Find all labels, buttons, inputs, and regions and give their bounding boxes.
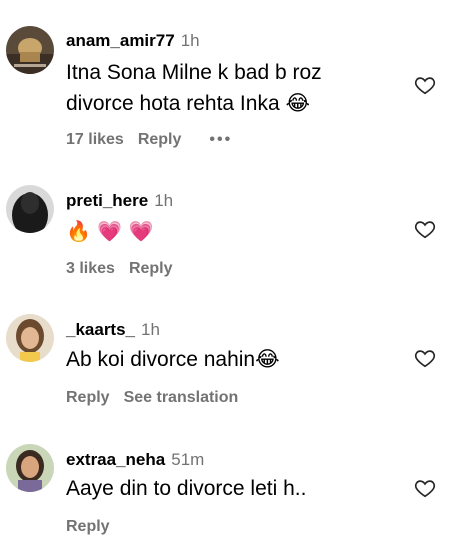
see-translation-button[interactable]: See translation	[124, 389, 239, 406]
username[interactable]: preti_here	[66, 191, 148, 210]
comment-text: Aaye din to divorce leti h..	[66, 477, 307, 500]
timestamp: 1h	[180, 31, 200, 50]
username[interactable]: _kaarts_	[66, 320, 135, 339]
likes-count[interactable]: 17 likes	[66, 131, 124, 148]
comment-meta: _kaarts_ 1h	[66, 320, 160, 340]
laughing-emoji: 😂	[285, 91, 311, 115]
comment-text: Ab koi divorce nahin😂	[66, 347, 280, 371]
like-heart-icon[interactable]	[414, 477, 436, 499]
like-heart-icon[interactable]	[414, 347, 436, 369]
comment-actions: Reply See translation	[66, 389, 252, 407]
avatar[interactable]	[6, 444, 54, 492]
avatar[interactable]	[6, 185, 54, 233]
laughing-emoji: 😂	[255, 347, 280, 371]
comment-text-line: Itna Sona Milne k bad b roz	[66, 61, 322, 84]
reply-button[interactable]: Reply	[138, 131, 182, 148]
comment-meta: anam_amir77 1h	[66, 31, 200, 51]
avatar[interactable]	[6, 314, 54, 362]
timestamp: 1h	[141, 320, 160, 339]
timestamp: 1h	[154, 191, 174, 210]
timestamp: 51m	[171, 450, 205, 469]
comment-text: Itna Sona Milne k bad b roz divorce hota…	[66, 58, 322, 119]
comment-meta: preti_here 1h	[66, 191, 173, 211]
comment-text-line: divorce hota rehta Inka 😂	[66, 91, 311, 115]
likes-count[interactable]: 3 likes	[66, 260, 115, 277]
comment-actions: Reply	[66, 518, 124, 536]
comment-actions: 17 likes Reply •••	[66, 131, 246, 149]
comment-emojis: 🔥 💗 💗	[66, 219, 154, 243]
more-options-icon[interactable]: •••	[209, 131, 232, 148]
comment-actions: 3 likes Reply	[66, 260, 187, 278]
reply-button[interactable]: Reply	[66, 518, 110, 535]
like-heart-icon[interactable]	[414, 218, 436, 240]
username[interactable]: anam_amir77	[66, 31, 175, 50]
reply-button[interactable]: Reply	[66, 389, 110, 406]
comment-meta: extraa_neha 51m	[66, 450, 204, 470]
username[interactable]: extraa_neha	[66, 450, 165, 469]
like-heart-icon[interactable]	[414, 74, 436, 96]
reply-button[interactable]: Reply	[129, 260, 173, 277]
avatar[interactable]	[6, 26, 54, 74]
